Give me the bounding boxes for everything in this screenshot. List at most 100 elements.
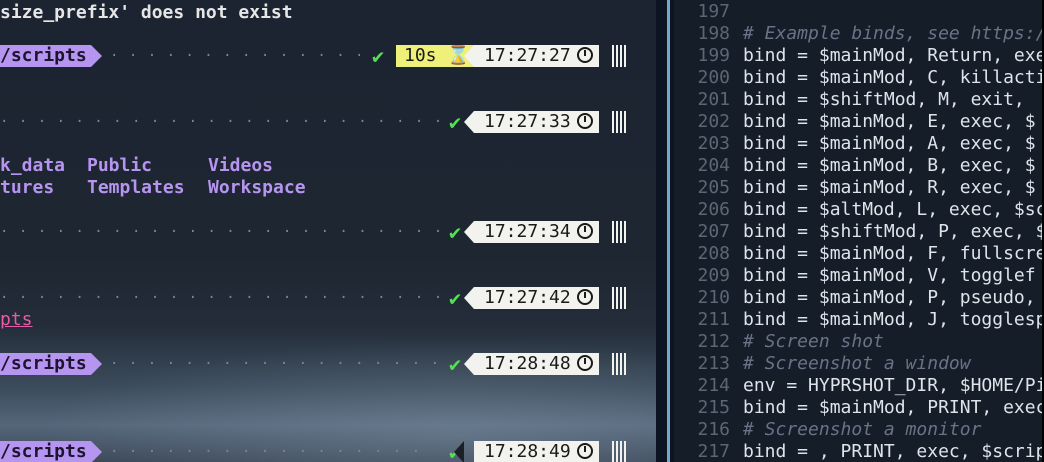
code-line: 217 bind = , PRINT, exec, $scrip	[674, 441, 1044, 462]
line-number: 208	[697, 243, 730, 264]
time-text: 17:27:27	[484, 45, 571, 66]
success-check-icon: ✔	[372, 44, 385, 68]
code-line: 207 bind = $shiftMod, P, exec, $	[674, 221, 1044, 243]
prompt-filler-6: · · · · · · · · · · · · · · · · · · · · …	[110, 444, 422, 460]
segment-fade	[612, 353, 626, 375]
line-number: 200	[697, 67, 730, 88]
clock-icon	[576, 443, 593, 459]
time-text: 17:27:33	[484, 111, 571, 132]
code-line: 211 bind = $mainMod, J, togglesp	[674, 309, 1044, 331]
clock-icon	[576, 47, 593, 63]
time-text: 17:27:42	[484, 287, 571, 308]
code-text: bind = $altMod, L, exec, $sc	[743, 199, 1044, 220]
code-line: 204 bind = $mainMod, B, exec, $	[674, 155, 1036, 177]
time-text: 17:27:34	[484, 221, 571, 242]
left-terminal-pane[interactable]: size_prefix' does not exist /scripts · ·…	[0, 0, 656, 462]
code-text: # Screenshot a window	[743, 353, 971, 374]
prompt-filler-5: · · · · · · · · · · · · · · · · · · · · …	[110, 356, 440, 372]
code-line: 209 bind = $mainMod, V, togglef	[674, 265, 1035, 287]
pane-divider[interactable]	[656, 0, 674, 462]
prompt-filler-4: · · · · · · · · · · · · · · · · · · · · …	[0, 290, 440, 306]
code-line: 205 bind = $mainMod, R, exec, $	[674, 177, 1036, 199]
line-number: 212	[697, 331, 730, 352]
code-text: bind = , PRINT, exec, $scrip	[743, 441, 1044, 462]
code-text: bind = $mainMod, C, killacti	[743, 67, 1044, 88]
code-line: 201 bind = $shiftMod, M, exit,	[674, 89, 1024, 111]
line-number: 203	[697, 133, 730, 154]
line-number: 206	[697, 199, 730, 220]
line-number: 207	[697, 221, 730, 242]
success-check-icon: ✔	[449, 110, 462, 134]
prompt-path-1: /scripts	[0, 45, 102, 67]
clock-icon	[576, 289, 593, 305]
line-number: 205	[697, 177, 730, 198]
terminal-link[interactable]: pts	[0, 309, 33, 331]
code-text: bind = $mainMod, A, exec, $	[743, 133, 1036, 154]
code-text: bind = $mainMod, J, togglesp	[743, 309, 1044, 330]
prompt-filler-3: · · · · · · · · · · · · · · · · · · · · …	[0, 224, 440, 240]
code-line: 215 bind = $mainMod, PRINT, exec	[674, 397, 1044, 419]
line-number: 213	[697, 353, 730, 374]
line-number: 197	[697, 1, 730, 22]
code-text: bind = $mainMod, Return, exe	[743, 45, 1044, 66]
prompt-time-4: 17:27:42	[464, 287, 599, 309]
code-line: 197	[674, 1, 743, 23]
line-number: 202	[697, 111, 730, 132]
error-line: size_prefix' does not exist	[0, 2, 293, 23]
ls-entry: Templates	[87, 177, 185, 198]
code-line: 213 # Screenshot a window	[674, 353, 971, 375]
code-line: 216 # Screenshot a monitor	[674, 419, 981, 441]
line-number: 210	[697, 287, 730, 308]
time-text: 17:28:48	[484, 353, 571, 374]
duration-text: 10s	[404, 45, 437, 66]
prompt-time-2: 17:27:33	[464, 111, 599, 133]
line-number: 217	[697, 441, 730, 462]
code-line: 214 env = HYPRSHOT_DIR, $HOME/Pi	[674, 375, 1044, 397]
segment-fade	[612, 221, 626, 243]
code-line: 206 bind = $altMod, L, exec, $sc	[674, 199, 1044, 221]
code-text: bind = $mainMod, P, pseudo,	[743, 287, 1036, 308]
ls-entry: Workspace	[208, 177, 306, 198]
ls-entry: Videos	[208, 155, 274, 176]
clock-icon	[576, 355, 593, 371]
prompt-filler-1: · · · · · · · · · · · · · · · · · · · · …	[110, 48, 360, 64]
code-text: # Screen shot	[743, 331, 884, 352]
code-text: bind = $mainMod, F, fullscre	[743, 243, 1044, 264]
code-text: # Example binds, see https:/	[743, 23, 1044, 44]
success-check-icon: ✔	[449, 220, 462, 244]
segment-fade	[612, 111, 626, 133]
segment-fade	[612, 287, 626, 309]
clock-icon	[576, 113, 593, 129]
line-number: 214	[697, 375, 730, 396]
right-editor-pane[interactable]: 197 198 # Example binds, see https:/ 199 b…	[674, 0, 1044, 462]
code-line: 210 bind = $mainMod, P, pseudo,	[674, 287, 1036, 309]
prompt-time-1: 17:27:27	[464, 45, 599, 67]
code-text: bind = $shiftMod, P, exec, $	[743, 221, 1044, 242]
line-number: 211	[697, 309, 730, 330]
ls-entry: tures	[0, 177, 55, 198]
line-number: 209	[697, 265, 730, 286]
prompt-time-3: 17:27:34	[464, 221, 599, 243]
code-text: bind = $mainMod, B, exec, $	[743, 155, 1036, 176]
line-number: 204	[697, 155, 730, 176]
code-line: 202 bind = $mainMod, E, exec, $	[674, 111, 1036, 133]
line-number: 216	[697, 419, 730, 440]
success-check-icon: ✔	[449, 286, 462, 310]
code-text: bind = $mainMod, R, exec, $	[743, 177, 1036, 198]
code-line: 203 bind = $mainMod, A, exec, $	[674, 133, 1036, 155]
code-line: 199 bind = $mainMod, Return, exe	[674, 45, 1044, 67]
line-number: 215	[697, 397, 730, 418]
line-number: 199	[697, 45, 730, 66]
prompt-time-6: 17:28:49	[454, 441, 599, 462]
code-line: 198 # Example binds, see https:/	[674, 23, 1044, 45]
prompt-time-5: 17:28:48	[464, 353, 599, 375]
code-text: bind = $mainMod, E, exec, $	[743, 111, 1036, 132]
code-text: bind = $mainMod, PRINT, exec	[743, 397, 1044, 418]
prompt-path-6: /scripts	[0, 441, 102, 462]
clock-icon	[576, 223, 593, 239]
segment-fade	[612, 441, 626, 462]
code-line: 212 # Screen shot	[674, 331, 884, 353]
prompt-filler-2: · · · · · · · · · · · · · · · · · · · · …	[0, 114, 440, 130]
code-line: 200 bind = $mainMod, C, killacti	[674, 67, 1044, 89]
code-line: 208 bind = $mainMod, F, fullscre	[674, 243, 1044, 265]
